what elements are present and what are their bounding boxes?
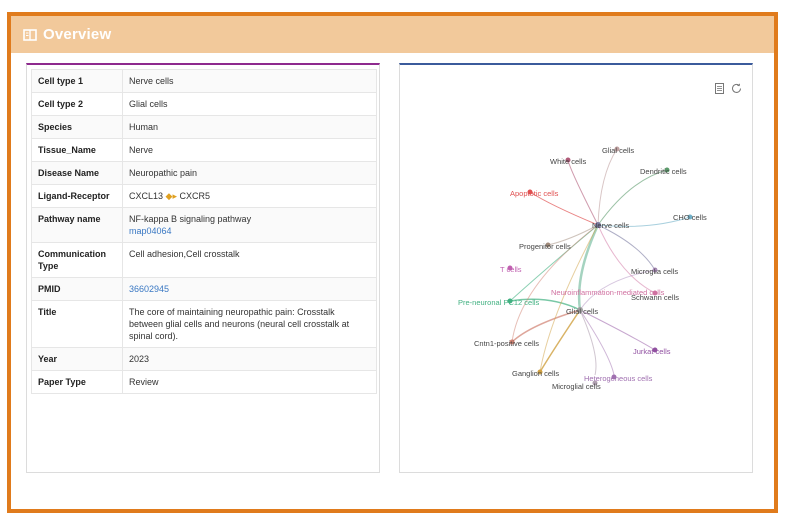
row-value: Cell adhesion,Cell crosstalk xyxy=(122,242,377,278)
table-row: Pathway name NF-kappa B signaling pathwa… xyxy=(31,207,377,243)
info-table: Cell type 1 Nerve cells Cell type 2 Glia… xyxy=(31,69,377,394)
row-key: Ligand-Receptor xyxy=(31,184,123,208)
row-key: PMID xyxy=(31,277,123,301)
network-edge xyxy=(539,309,581,373)
row-key: Disease Name xyxy=(31,161,123,185)
table-row: Title The core of maintaining neuropathi… xyxy=(31,300,377,348)
network-edge xyxy=(579,309,656,351)
row-key: Paper Type xyxy=(31,370,123,394)
node-label: CHO cells xyxy=(673,213,707,222)
node-label: Dendritic cells xyxy=(640,167,687,176)
cell-communication-network[interactable]: Glial cells White cells Dendritic cells … xyxy=(400,65,754,475)
network-edge xyxy=(597,148,618,226)
table-row: Cell type 2 Glial cells xyxy=(31,92,377,116)
node-label: Progenitor cells xyxy=(519,242,571,251)
interaction-arrow-icon: ◆▸ xyxy=(165,191,177,201)
row-key: Pathway name xyxy=(31,207,123,243)
node-label: Nerve cells xyxy=(592,221,629,230)
row-key: Communication Type xyxy=(31,242,123,278)
pathway-name: NF-kappa B signaling pathway xyxy=(129,214,252,224)
row-value: Glial cells xyxy=(122,92,377,116)
node-label: White cells xyxy=(550,157,587,166)
node-label: Glial cells xyxy=(566,307,598,316)
table-row: Ligand-Receptor CXCL13 ◆▸ CXCR5 xyxy=(31,184,377,208)
overview-card: Overview Cell type 1 Nerve cells Cell ty… xyxy=(7,12,778,513)
row-key: Species xyxy=(31,115,123,139)
ligand-name: CXCL13 xyxy=(129,191,164,201)
node-label: Microglia cells xyxy=(631,267,678,276)
overview-header: Overview xyxy=(11,16,774,53)
row-key: Title xyxy=(31,300,123,348)
info-panel: Cell type 1 Nerve cells Cell type 2 Glia… xyxy=(26,63,380,473)
row-key: Cell type 1 xyxy=(31,69,123,93)
node-label: Cntn1-positive cells xyxy=(474,339,539,348)
node-label: Glial cells xyxy=(602,146,634,155)
row-key: Year xyxy=(31,347,123,371)
row-value: Neuropathic pain xyxy=(122,161,377,185)
row-key: Cell type 2 xyxy=(31,92,123,116)
table-row: PMID 36602945 xyxy=(31,277,377,301)
pmid-link[interactable]: 36602945 xyxy=(122,277,377,301)
receptor-name: CXCR5 xyxy=(179,191,211,201)
row-value: 2023 xyxy=(122,347,377,371)
book-icon xyxy=(23,28,37,42)
table-row: Communication Type Cell adhesion,Cell cr… xyxy=(31,242,377,278)
table-row: Disease Name Neuropathic pain xyxy=(31,161,377,185)
ligand-receptor-value: CXCL13 ◆▸ CXCR5 xyxy=(122,184,377,208)
node-label: Jurkat cells xyxy=(633,347,671,356)
node-label: Microglial cells xyxy=(552,382,601,391)
row-value: NF-kappa B signaling pathway map04064 xyxy=(122,207,377,243)
network-edge xyxy=(597,224,656,271)
network-edge xyxy=(579,309,615,376)
table-row: Species Human xyxy=(31,115,377,139)
network-edge xyxy=(567,159,599,226)
node-label: Apoptotic cells xyxy=(510,189,559,198)
row-value: Nerve xyxy=(122,138,377,162)
page-title: Overview xyxy=(43,26,112,43)
network-panel: Glial cells White cells Dendritic cells … xyxy=(399,63,753,473)
node-label: T cells xyxy=(500,265,522,274)
row-value: Nerve cells xyxy=(122,69,377,93)
row-value: The core of maintaining neuropathic pain… xyxy=(122,300,377,348)
table-row: Cell type 1 Nerve cells xyxy=(31,69,377,93)
node-label: Schwann cells xyxy=(631,293,679,302)
network-edge xyxy=(579,309,597,376)
network-edge xyxy=(597,169,668,226)
node-label: Ganglion cells xyxy=(512,369,559,378)
table-row: Year 2023 xyxy=(31,347,377,371)
table-row: Paper Type Review xyxy=(31,370,377,394)
pathway-link[interactable]: map04064 xyxy=(129,225,370,237)
row-value: Review xyxy=(122,370,377,394)
table-row: Tissue_Name Nerve xyxy=(31,138,377,162)
row-value: Human xyxy=(122,115,377,139)
row-key: Tissue_Name xyxy=(31,138,123,162)
node-label: Pre-neuronal PC12 cells xyxy=(458,298,540,307)
